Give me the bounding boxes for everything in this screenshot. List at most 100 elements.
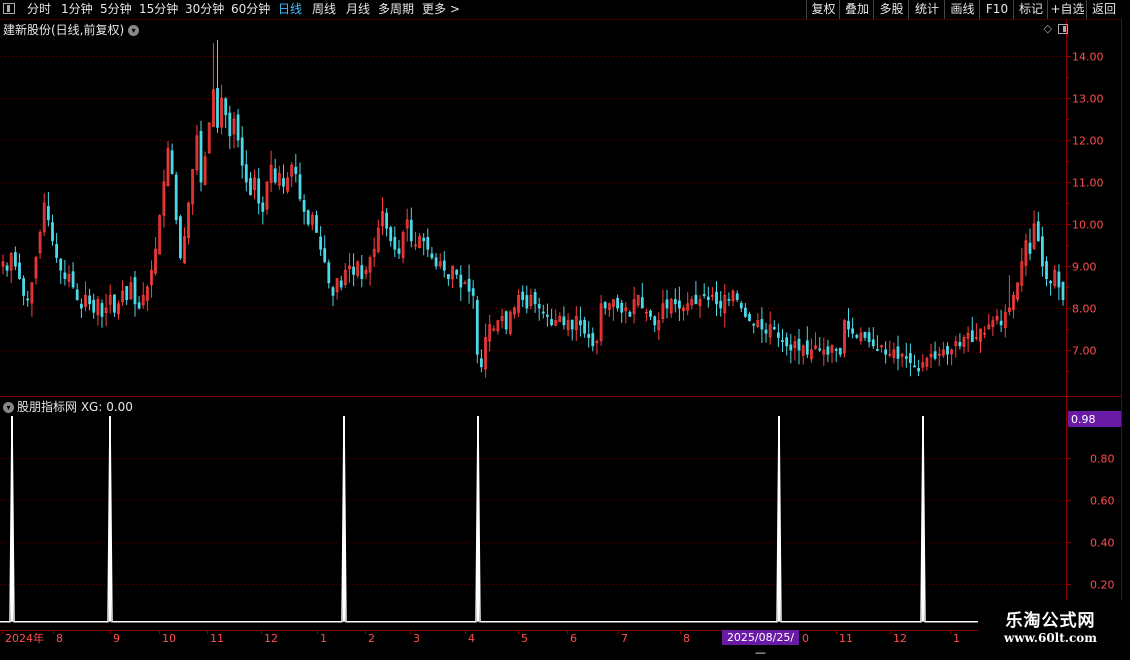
candle-body bbox=[587, 333, 591, 338]
candle-body bbox=[789, 344, 793, 351]
candle-body bbox=[537, 304, 541, 309]
candle-body bbox=[665, 299, 669, 309]
candle-body bbox=[752, 323, 756, 326]
time-tick-label: 9 bbox=[113, 632, 120, 645]
candle-body bbox=[26, 298, 30, 301]
right-info-strip[interactable] bbox=[1121, 19, 1130, 639]
candle-body bbox=[521, 291, 525, 301]
candlestick-series bbox=[1, 40, 1065, 378]
candle-body bbox=[999, 320, 1003, 326]
candle-body bbox=[764, 329, 768, 334]
candle-body bbox=[970, 330, 974, 343]
candle-body bbox=[727, 298, 731, 301]
candle-body bbox=[958, 341, 962, 347]
price-tick-label: 13.00 bbox=[1072, 93, 1104, 106]
indicator-tick-label: 0.80 bbox=[1090, 453, 1115, 466]
candle-body bbox=[735, 293, 739, 300]
time-tick-label: 0 bbox=[802, 632, 809, 645]
panel-layout-icon[interactable] bbox=[1058, 24, 1068, 34]
chart-grid bbox=[0, 19, 1121, 631]
price-tick-label: 9.00 bbox=[1072, 261, 1097, 274]
candle-body bbox=[5, 265, 9, 271]
candle-body bbox=[760, 319, 764, 330]
candle-body bbox=[442, 260, 446, 271]
candle-body bbox=[525, 295, 529, 309]
indicator-header: ▾ 股朋指标网 XG: 0.00 bbox=[3, 398, 133, 415]
candle-body bbox=[715, 291, 718, 305]
candle-body bbox=[1036, 221, 1040, 242]
kline-chart[interactable]: 14.00 13.00 12.00 11.00 10.00 9.00 8.00 7.00 0.… bbox=[0, 0, 1130, 650]
indicator-tick-label: 0.40 bbox=[1090, 537, 1115, 550]
candle-body bbox=[59, 258, 63, 271]
time-tick-label: 7 bbox=[621, 632, 628, 645]
candle-body bbox=[847, 320, 850, 330]
candle-body bbox=[475, 299, 479, 355]
time-axis: 2024年 8 9 10 11 12 1 2 3 4 5 6 7 8 11 12 10 bbox=[2, 630, 960, 645]
candle-body bbox=[261, 202, 265, 212]
candle-body bbox=[797, 338, 801, 351]
candle-body bbox=[331, 287, 335, 296]
candle-body bbox=[1045, 261, 1048, 280]
time-tick-label: 12 bbox=[264, 632, 278, 645]
indicator-axis: 0.80 0.60 0.40 0.20 0.98 bbox=[1066, 411, 1121, 592]
candle-body bbox=[781, 340, 784, 343]
candle-body bbox=[282, 178, 285, 187]
candle-body bbox=[294, 166, 298, 174]
candle-body bbox=[702, 294, 706, 296]
candle-body bbox=[228, 112, 232, 137]
candle-body bbox=[541, 311, 545, 314]
price-tick-label: 10.00 bbox=[1072, 219, 1104, 232]
candle-body bbox=[744, 307, 747, 317]
candle-body bbox=[1041, 236, 1044, 267]
candle-body bbox=[71, 271, 75, 288]
candle-body bbox=[479, 358, 483, 368]
candle-body bbox=[133, 277, 137, 305]
candle-body bbox=[327, 262, 331, 284]
candle-body bbox=[838, 347, 842, 355]
candle-body bbox=[47, 206, 50, 221]
candle-body bbox=[546, 314, 549, 317]
time-tick-label: 8 bbox=[56, 632, 63, 645]
candle-body bbox=[913, 365, 916, 368]
candle-body bbox=[678, 300, 681, 309]
candle-body bbox=[909, 353, 912, 364]
chart-title: 建新股份(日线,前复权) ▾ bbox=[3, 21, 140, 38]
chevron-down-icon[interactable]: ▾ bbox=[3, 402, 14, 413]
signal-series bbox=[0, 415, 1066, 623]
candle-body bbox=[1057, 271, 1061, 288]
watermark-logo: 乐淘公式网 www.60lt.com bbox=[978, 600, 1123, 650]
candle-body bbox=[904, 356, 908, 359]
candle-body bbox=[706, 296, 710, 300]
candle-body bbox=[777, 332, 780, 338]
candle-body bbox=[434, 257, 438, 267]
candle-body bbox=[13, 252, 17, 267]
candle-body bbox=[946, 345, 949, 355]
candle-body bbox=[455, 269, 459, 275]
candle-body bbox=[430, 253, 434, 258]
chevron-down-icon[interactable]: ▾ bbox=[128, 25, 140, 36]
candle-body bbox=[467, 278, 471, 292]
diamond-icon[interactable]: ◇ bbox=[1044, 22, 1052, 35]
candle-body bbox=[446, 274, 450, 279]
candle-body bbox=[240, 137, 244, 166]
candle-body bbox=[871, 339, 875, 347]
candle-body bbox=[323, 248, 327, 263]
candle-body bbox=[137, 302, 141, 309]
time-tick-label: 11 bbox=[210, 632, 224, 645]
candle-body bbox=[620, 302, 624, 313]
candle-body bbox=[616, 297, 619, 309]
candle-body bbox=[236, 114, 240, 141]
time-tick-label: 1 bbox=[320, 632, 327, 645]
candle-body bbox=[125, 285, 129, 300]
candle-body bbox=[298, 174, 302, 200]
candle-body bbox=[422, 237, 426, 242]
candle-body bbox=[673, 299, 677, 305]
candle-body bbox=[818, 348, 822, 351]
candle-body bbox=[244, 164, 248, 183]
candle-body bbox=[397, 248, 401, 254]
xg-signal-line bbox=[0, 415, 1066, 623]
candle-body bbox=[409, 219, 413, 242]
stock-title: 建新股份(日线,前复权) bbox=[3, 23, 125, 37]
candle-body bbox=[739, 302, 743, 309]
candle-body bbox=[471, 288, 475, 296]
